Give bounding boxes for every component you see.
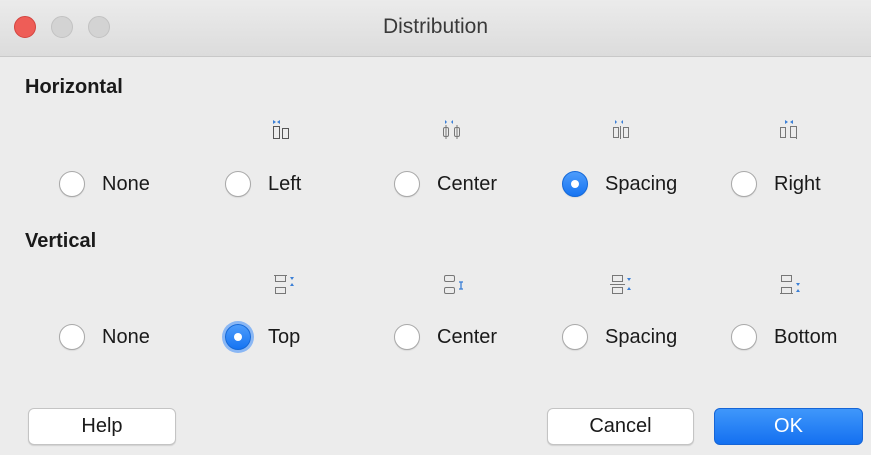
vertical-none-radio[interactable] [59, 324, 85, 350]
vertical-bottom-option[interactable]: Bottom [731, 320, 837, 354]
horizontal-left-option[interactable]: Left [225, 167, 301, 201]
vertical-bottom-label: Bottom [774, 325, 838, 348]
distribute-vertical-bottom-icon [780, 275, 800, 294]
distribute-vertical-center-icon [444, 275, 463, 294]
horizontal-right-option[interactable]: Right [731, 167, 821, 201]
distribute-horizontal-spacing-icon [613, 120, 629, 139]
distribution-dialog: Distribution Horizontal None Left Center… [0, 0, 871, 455]
cancel-button[interactable]: Cancel [547, 408, 694, 445]
horizontal-spacing-label: Spacing [605, 172, 678, 195]
horizontal-right-label: Right [774, 172, 821, 195]
horizontal-center-option[interactable]: Center [394, 167, 497, 201]
vertical-none-label: None [102, 325, 150, 348]
vertical-center-label: Center [437, 325, 498, 348]
horizontal-left-radio[interactable] [225, 171, 251, 197]
horizontal-none-label: None [102, 172, 150, 195]
distribute-vertical-top-icon [274, 275, 294, 294]
vertical-spacing-label: Spacing [605, 325, 678, 348]
distribute-horizontal-center-icon [443, 120, 460, 139]
ok-button[interactable]: OK [714, 408, 863, 445]
horizontal-section-label: Horizontal [25, 76, 123, 98]
window-title: Distribution [382, 15, 489, 38]
horizontal-center-label: Center [437, 172, 498, 195]
distribute-horizontal-left-icon [273, 120, 289, 139]
title-bar: Distribution [0, 0, 871, 57]
horizontal-none-radio[interactable] [59, 171, 85, 197]
horizontal-spacing-radio[interactable] [562, 171, 588, 197]
vertical-top-radio[interactable] [225, 324, 251, 350]
help-button[interactable]: Help [28, 408, 176, 445]
horizontal-none-option[interactable]: None [59, 167, 150, 201]
horizontal-right-radio[interactable] [731, 171, 757, 197]
vertical-none-option[interactable]: None [59, 320, 150, 354]
horizontal-center-radio[interactable] [394, 171, 420, 197]
horizontal-left-label: Left [268, 172, 302, 195]
vertical-top-label: Top [268, 325, 301, 348]
vertical-spacing-option[interactable]: Spacing [562, 320, 677, 354]
distribute-horizontal-right-icon [780, 120, 797, 139]
vertical-center-option[interactable]: Center [394, 320, 497, 354]
vertical-section-label: Vertical [25, 230, 97, 252]
vertical-spacing-radio[interactable] [562, 324, 588, 350]
vertical-center-radio[interactable] [394, 324, 420, 350]
vertical-bottom-radio[interactable] [731, 324, 757, 350]
vertical-top-option[interactable]: Top [225, 320, 300, 354]
horizontal-spacing-option[interactable]: Spacing [562, 167, 677, 201]
distribute-vertical-spacing-icon [610, 275, 631, 294]
